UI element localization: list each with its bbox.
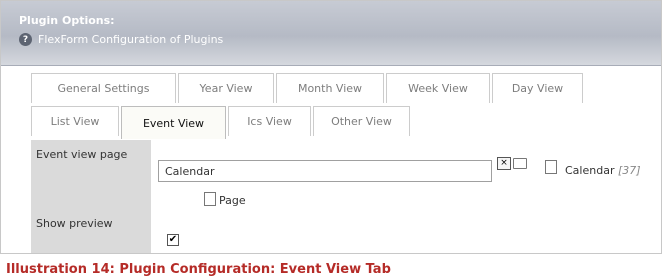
plugin-options-title: Plugin Options: [19, 14, 115, 27]
tab-week-view[interactable]: Week View [386, 73, 490, 103]
help-icon[interactable]: ? [19, 33, 32, 46]
selected-page-reference[interactable]: Calendar [37] [565, 164, 641, 177]
tabs-row-1: General Settings Year View Month View We… [31, 73, 585, 103]
tab-day-view[interactable]: Day View [492, 73, 583, 103]
settings-label-column: Event view page Show preview [31, 140, 151, 253]
show-preview-checkbox[interactable]: ✔ [167, 234, 179, 246]
tab-month-view[interactable]: Month View [276, 73, 384, 103]
plugin-options-subtitle: ? FlexForm Configuration of Plugins [19, 33, 223, 46]
tab-list-view[interactable]: List View [31, 106, 119, 136]
tab-year-view[interactable]: Year View [178, 73, 274, 103]
page-icon[interactable] [204, 192, 216, 206]
plugin-settings-content: General Settings Year View Month View We… [1, 66, 661, 253]
show-preview-label: Show preview [36, 217, 113, 230]
page-document-icon [545, 160, 557, 174]
plugin-options-header: Plugin Options: ? FlexForm Configuration… [1, 1, 661, 66]
selected-page-id: [37] [617, 164, 641, 177]
tab-other-view[interactable]: Other View [313, 106, 410, 136]
tab-ics-view[interactable]: Ics View [228, 106, 311, 136]
event-view-page-label: Event view page [36, 148, 128, 161]
tab-event-view[interactable]: Event View [121, 106, 226, 139]
selected-page-title: Calendar [565, 164, 615, 177]
illustration-caption: Illustration 14: Plugin Configuration: E… [6, 262, 391, 277]
plugin-options-frame: Plugin Options: ? FlexForm Configuration… [0, 0, 662, 254]
page-button-label[interactable]: Page [219, 194, 246, 207]
clear-selection-icon[interactable]: × [497, 157, 511, 170]
tabs-row-2: List View Event View Ics View Other View [31, 106, 412, 139]
tab-general-settings[interactable]: General Settings [31, 73, 176, 103]
flexform-subtitle: FlexForm Configuration of Plugins [38, 33, 224, 46]
folder-icon[interactable] [513, 158, 527, 169]
event-view-settings-panel: Event view page Show preview × Calendar … [31, 140, 641, 253]
event-view-page-input[interactable] [158, 160, 492, 182]
